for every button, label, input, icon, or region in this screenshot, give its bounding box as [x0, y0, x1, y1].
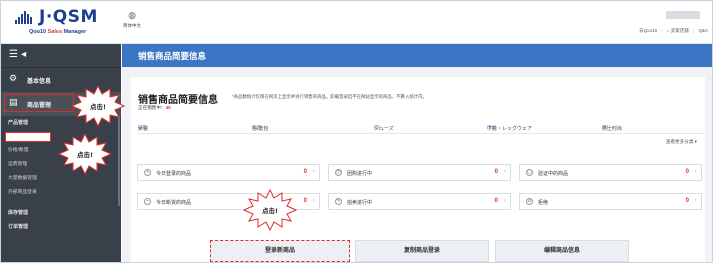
callout-text: 点击!: [90, 103, 106, 111]
globe-icon: ◍: [128, 11, 136, 21]
sidebar-item-label: 商品管理: [27, 103, 52, 109]
click-callout: 点击!: [57, 132, 113, 176]
sidebar-toggle[interactable]: ☰ ◂: [1, 44, 121, 68]
stat-auction[interactable]: ✎ 拍卖进行中 0 ›: [328, 193, 511, 210]
more-categories-link[interactable]: 查看更多分类 ▾: [666, 139, 697, 145]
sidebar-section-stock[interactable]: 库存管理: [1, 206, 121, 220]
main-content: 销售商品简要信息 *商品数统计仅限在网页上显示并进行销售的商品。卸载登录但不在网…: [122, 67, 712, 262]
stat-value: 0: [685, 198, 689, 204]
qna-link[interactable]: Q&A: [698, 28, 708, 33]
stat-label: 拍卖进行中: [347, 200, 373, 206]
stat-value: 0: [494, 198, 498, 204]
language-selector[interactable]: ◍ 简体中文: [119, 11, 145, 29]
clock-icon: ◷: [335, 169, 342, 176]
divider: |: [693, 28, 695, 33]
page-header-title: 销售商品简要信息: [138, 51, 207, 61]
reject-icon: ⊘: [526, 198, 533, 205]
callout-text: 点击!: [262, 207, 278, 215]
page-header-bar: 销售商品简要信息: [122, 44, 712, 67]
gavel-icon: ✎: [335, 198, 342, 205]
goto-qoo10-link[interactable]: 去Qoo10: [639, 28, 657, 33]
language-label: 简体中文: [123, 23, 141, 28]
gear-icon: ⚙: [9, 74, 18, 84]
top-links: 去Qoo10 | ⌂ 卖家店铺 | Q&A: [636, 28, 708, 34]
stat-group-buy[interactable]: ◷ 团购进行中 0 ›: [328, 164, 511, 181]
document-icon: ▤: [9, 98, 18, 108]
chevron-right-icon: ›: [312, 197, 315, 204]
user-name-redacted: [666, 11, 700, 19]
checkbox-icon: ▢: [526, 169, 533, 176]
stat-label: 今日新货的商品: [156, 200, 192, 206]
logo-bars-icon: [15, 11, 33, 24]
app-window: J·QSM Qoo10 Sales Manager ◍ 简体中文 去Qoo10 …: [0, 0, 713, 263]
register-new-product-button[interactable]: 登录新商品: [210, 240, 350, 262]
stat-label: 今日登录的商品: [156, 171, 192, 177]
stat-value: 0: [303, 169, 307, 175]
logo-text: J·QSM: [39, 7, 98, 27]
sidebar-item-label: 基本信息: [27, 79, 52, 85]
highlight-box: [5, 132, 51, 142]
callout-text: 点击!: [77, 151, 93, 159]
qsm-logo[interactable]: J·QSM Qoo10 Sales Manager: [15, 7, 115, 37]
title-note: *商品数统计仅限在网页上显示并进行销售的商品。卸载登录但不在网站显示的商品，不算…: [232, 94, 427, 99]
stat-rejected[interactable]: ⊘ 拒绝 0 ›: [519, 193, 702, 210]
copy-product-button[interactable]: 复制商品登录: [355, 240, 489, 262]
page-title: 销售商品简要信息: [138, 95, 218, 106]
stat-label: 团购进行中: [347, 171, 373, 177]
chevron-right-icon: ›: [312, 168, 315, 175]
stat-under-review[interactable]: ▢ 验证中的商品 0 ›: [519, 164, 702, 181]
stat-value: 0: [303, 198, 307, 204]
edit-product-button[interactable]: 编辑商品信息: [495, 240, 629, 262]
stat-today-registered[interactable]: + 今日登录的商品 0 ›: [137, 164, 320, 181]
stat-value: 0: [685, 169, 689, 175]
logo-subtitle: Qoo10 Sales Manager: [29, 29, 87, 35]
click-callout: 点击!: [70, 84, 126, 128]
top-header: J·QSM Qoo10 Sales Manager ◍ 简体中文 去Qoo10 …: [1, 1, 712, 44]
chevron-right-icon: ›: [503, 197, 506, 204]
stat-value: 0: [494, 169, 498, 175]
stat-label: 拒绝: [538, 200, 549, 206]
chevron-right-icon: ›: [694, 197, 697, 204]
summary-card: 销售商品简要信息 *商品数统计仅限在网页上显示并进行销售的商品。卸载登录但不在网…: [131, 77, 705, 262]
menu-collapse-icon: ☰ ◂: [9, 49, 27, 60]
sidebar-section-orders[interactable]: 订单管理: [1, 220, 121, 234]
seller-shop-link[interactable]: ⌂ 卖家店铺: [667, 28, 689, 33]
minus-circle-icon: −: [144, 198, 151, 205]
sidebar-subitem-external-register[interactable]: 外部商品登录: [1, 186, 121, 200]
on-sale-count: 正在销售中：40: [138, 105, 171, 110]
divider: |: [661, 28, 663, 33]
chevron-right-icon: ›: [503, 168, 506, 175]
plus-circle-icon: +: [144, 169, 151, 176]
click-callout: 点击!: [242, 188, 298, 232]
stat-label: 验证中的商品: [538, 171, 569, 177]
category-bar: 女装 (20) 包/皮包 (12) シューズ (2) 下着・レッグウェア (5)…: [138, 121, 704, 134]
chevron-right-icon: ›: [694, 168, 697, 175]
sidebar-scrollbar[interactable]: [118, 116, 120, 206]
